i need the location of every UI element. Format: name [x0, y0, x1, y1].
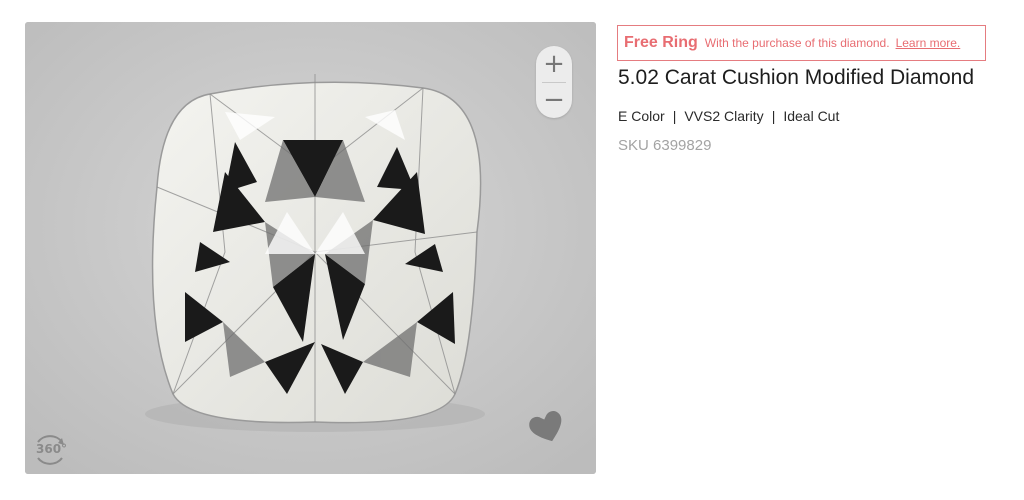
- diamond-viewer[interactable]: + − 360°: [25, 22, 596, 474]
- zoom-out-button[interactable]: −: [536, 82, 572, 118]
- zoom-in-button[interactable]: +: [536, 46, 572, 82]
- rotate-360-label: 360°: [36, 442, 68, 456]
- heart-icon[interactable]: [527, 408, 567, 446]
- diamond-image: [25, 22, 596, 474]
- spec-clarity: VVS2 Clarity: [684, 108, 764, 124]
- rotate-360-icon[interactable]: 360°: [33, 432, 67, 466]
- zoom-divider: [542, 82, 566, 83]
- product-title: 5.02 Carat Cushion Modified Diamond: [618, 66, 975, 89]
- learn-more-link[interactable]: Learn more.: [896, 36, 961, 50]
- product-sku: SKU 6399829: [618, 137, 712, 154]
- spec-separator: |: [672, 108, 677, 124]
- product-specs: E Color | VVS2 Clarity | Ideal Cut: [618, 108, 839, 124]
- spec-color: E Color: [618, 108, 665, 124]
- free-ring-promo: Free Ring With the purchase of this diam…: [617, 25, 986, 61]
- spec-cut: Ideal Cut: [783, 108, 840, 124]
- promo-description: With the purchase of this diamond.: [704, 36, 890, 50]
- heart-shape-icon: [529, 410, 562, 442]
- zoom-control: + −: [536, 46, 572, 118]
- promo-title: Free Ring: [624, 34, 698, 51]
- spec-separator: |: [771, 108, 776, 124]
